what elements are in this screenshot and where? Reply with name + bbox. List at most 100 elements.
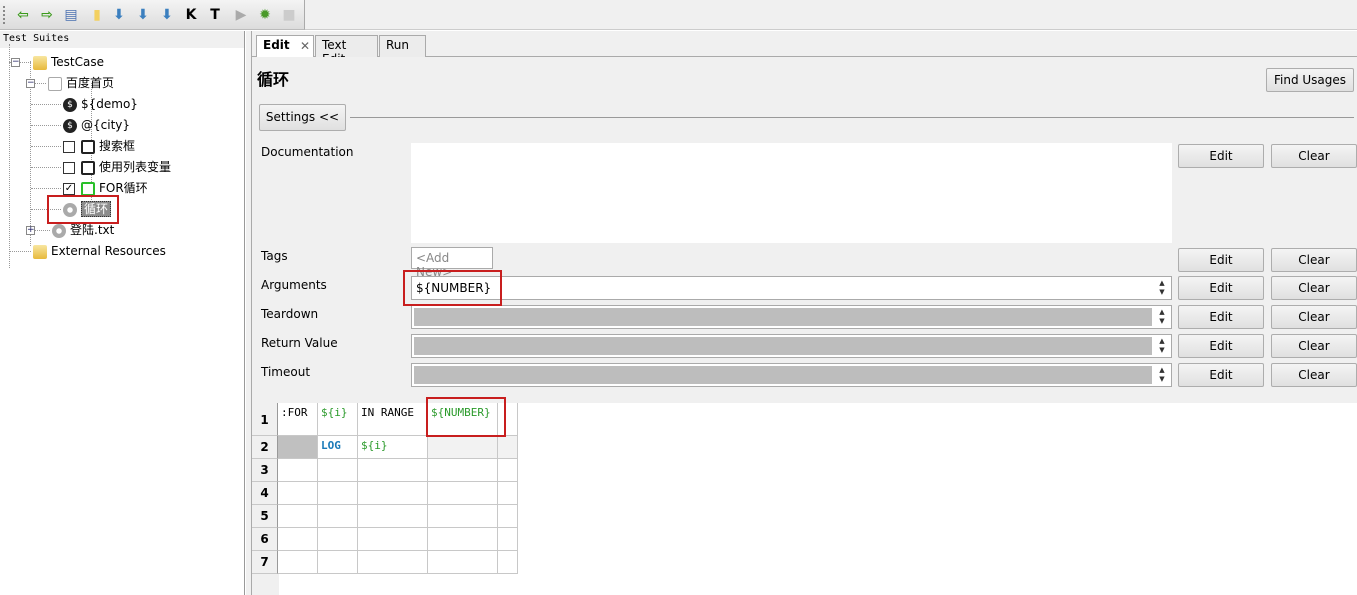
grid-cell[interactable] — [278, 505, 318, 528]
test-checkbox[interactable]: ✓ — [63, 182, 75, 195]
grid-cell[interactable] — [498, 505, 518, 528]
collapse-toggle[interactable]: − — [11, 58, 20, 67]
row-header[interactable]: 2 — [252, 436, 278, 459]
tree-node[interactable]: External Resources — [33, 242, 166, 260]
folder-icon — [33, 244, 47, 259]
tab-edit[interactable]: Edit ✕ — [256, 35, 314, 58]
save-icon[interactable]: ⬇ — [110, 6, 128, 24]
grid-cell[interactable] — [278, 459, 318, 482]
grid-cell[interactable] — [358, 551, 428, 574]
tree-node[interactable]: 搜索框 — [63, 137, 135, 155]
debug-bug-icon[interactable]: ✹ — [256, 6, 274, 24]
back-arrow-icon[interactable]: ⇦ — [14, 6, 32, 24]
spin-arrows-icon[interactable]: ▲ ▼ — [1155, 279, 1169, 297]
spin-arrows-icon[interactable]: ▲ ▼ — [1155, 366, 1169, 384]
grid-cell[interactable] — [358, 459, 428, 482]
return-value-edit-button[interactable]: Edit — [1178, 334, 1264, 358]
documentation-clear-button[interactable]: Clear — [1271, 144, 1357, 168]
return-value-clear-button[interactable]: Clear — [1271, 334, 1357, 358]
collapse-toggle[interactable]: − — [26, 79, 35, 88]
timeout-edit-button[interactable]: Edit — [1178, 363, 1264, 387]
grid-cell[interactable]: :FOR — [278, 403, 318, 436]
arguments-clear-button[interactable]: Clear — [1271, 276, 1357, 300]
timeout-clear-button[interactable]: Clear — [1271, 363, 1357, 387]
grid-cell[interactable]: LOG — [318, 436, 358, 459]
grid-cell[interactable] — [358, 528, 428, 551]
teardown-field[interactable]: ▲ ▼ — [411, 305, 1172, 329]
grid-cell[interactable] — [498, 528, 518, 551]
stop-icon[interactable]: ■ — [280, 6, 298, 24]
teardown-clear-button[interactable]: Clear — [1271, 305, 1357, 329]
tab-run[interactable]: Run — [379, 35, 426, 57]
close-tab-icon[interactable]: ✕ — [300, 39, 310, 53]
grid-cell[interactable] — [498, 436, 518, 459]
teardown-edit-button[interactable]: Edit — [1178, 305, 1264, 329]
search-tests-icon[interactable]: T — [206, 6, 224, 24]
grid-cell[interactable] — [358, 505, 428, 528]
grid-cell[interactable] — [278, 436, 318, 459]
expand-toggle[interactable]: + — [26, 226, 35, 235]
arguments-field[interactable]: ${NUMBER} ▲ ▼ — [411, 276, 1172, 300]
grid-cell[interactable]: ${i} — [358, 436, 428, 459]
add-tag-button[interactable]: <Add New> — [411, 247, 493, 279]
spin-arrows-icon[interactable]: ▲ ▼ — [1155, 308, 1169, 326]
documentation-field[interactable] — [411, 143, 1172, 243]
row-header[interactable]: 1 — [252, 403, 278, 436]
run-icon[interactable]: ▶ — [232, 6, 250, 24]
grid-cell[interactable] — [428, 551, 498, 574]
grid-cell[interactable] — [318, 551, 358, 574]
tree-node[interactable]: 百度首页 — [48, 74, 114, 92]
find-usages-button[interactable]: Find Usages — [1266, 68, 1354, 92]
row-header[interactable]: 5 — [252, 505, 278, 528]
grid-cell[interactable] — [278, 482, 318, 505]
grid-cell[interactable] — [428, 528, 498, 551]
tree-node[interactable]: 使用列表变量 — [63, 158, 171, 176]
tree-node[interactable]: $ ${demo} — [63, 95, 138, 113]
arguments-edit-button[interactable]: Edit — [1178, 276, 1264, 300]
grid-cell[interactable] — [278, 528, 318, 551]
tab-text-edit[interactable]: Text Edit — [315, 35, 378, 66]
test-checkbox[interactable] — [63, 140, 75, 153]
save-as-icon[interactable]: ⬇ — [158, 6, 176, 24]
grid-cell[interactable] — [498, 551, 518, 574]
grid-cell[interactable]: IN RANGE — [358, 403, 428, 436]
grid-cell[interactable] — [428, 482, 498, 505]
grid-cell[interactable] — [428, 459, 498, 482]
grid-cell[interactable] — [318, 528, 358, 551]
grid-cell[interactable] — [428, 505, 498, 528]
tree-node[interactable]: TestCase — [33, 53, 104, 71]
timeout-field[interactable]: ▲ ▼ — [411, 363, 1172, 387]
open-folder-icon[interactable]: ▤ — [62, 6, 80, 24]
search-keywords-icon[interactable]: K — [182, 6, 200, 24]
row-header[interactable]: 6 — [252, 528, 278, 551]
row-header[interactable]: 4 — [252, 482, 278, 505]
grid-cell[interactable] — [278, 551, 318, 574]
grid-cell[interactable] — [358, 482, 428, 505]
return-value-field[interactable]: ▲ ▼ — [411, 334, 1172, 358]
new-file-icon[interactable]: ▮ — [88, 6, 106, 24]
tree-node[interactable]: $ @{city} — [63, 116, 130, 134]
tags-clear-button[interactable]: Clear — [1271, 248, 1357, 272]
grid-cell[interactable] — [318, 459, 358, 482]
forward-arrow-icon[interactable]: ⇨ — [38, 6, 56, 24]
settings-toggle-button[interactable]: Settings << — [259, 104, 346, 131]
keyword-steps-grid[interactable]: 1:FOR ${i} IN RANGE ${NUMBER} 2 LOG ${i} 3 4 5 6 7 — [252, 403, 1357, 595]
save-all-icon[interactable]: ⬇ — [134, 6, 152, 24]
row-header[interactable]: 3 — [252, 459, 278, 482]
file-icon — [48, 76, 62, 91]
grid-cell[interactable] — [318, 482, 358, 505]
grid-cell[interactable] — [498, 482, 518, 505]
spin-arrows-icon[interactable]: ▲ ▼ — [1155, 337, 1169, 355]
grid-cell[interactable] — [498, 459, 518, 482]
arguments-label: Arguments — [261, 278, 327, 292]
tab-label: Edit — [263, 38, 290, 52]
toolbar-grip[interactable] — [3, 6, 5, 24]
tree-node-label: ${demo} — [81, 97, 138, 111]
tags-edit-button[interactable]: Edit — [1178, 248, 1264, 272]
test-checkbox[interactable] — [63, 161, 75, 174]
documentation-edit-button[interactable]: Edit — [1178, 144, 1264, 168]
grid-cell[interactable] — [318, 505, 358, 528]
grid-cell[interactable]: ${i} — [318, 403, 358, 436]
grid-cell[interactable] — [428, 436, 498, 459]
row-header[interactable]: 7 — [252, 551, 278, 574]
